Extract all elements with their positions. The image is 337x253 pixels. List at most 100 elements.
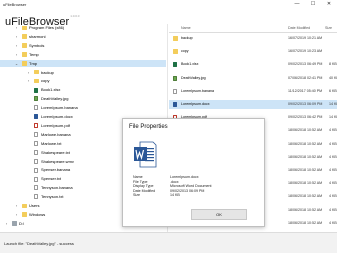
tree-item[interactable]: › copy <box>0 77 166 85</box>
folder-icon <box>34 70 39 75</box>
list-header: Name Date Modified Size <box>169 24 337 33</box>
chevron-right-icon[interactable]: › <box>4 220 9 228</box>
list-item-size: 4 KB <box>329 207 337 212</box>
file-icon <box>34 176 38 182</box>
file-icon <box>34 140 38 146</box>
tree-item-label: Spenser.banana <box>41 167 71 173</box>
list-item-name: DeathValley.jpg <box>181 75 206 80</box>
list-item-size: 8 KB <box>329 62 337 67</box>
close-button[interactable]: ✕ <box>321 0 337 9</box>
list-item[interactable]: Book1.xlsx 09/02/2013 06:49 PM 8 KB <box>169 60 337 69</box>
chevron-right-icon[interactable]: › <box>14 211 19 219</box>
tree-item-label: Tennyson.txt <box>41 194 64 200</box>
minimize-button[interactable]: — <box>289 0 305 9</box>
chevron-down-icon[interactable]: ⌄ <box>14 60 19 68</box>
list-item-date: 18/06/2018 10:52 AM <box>288 207 323 212</box>
list-item[interactable]: backup 16/07/2019 10:21 AM <box>169 34 337 43</box>
list-item-name: LoremIpsum.banana <box>181 88 214 93</box>
chevron-right-icon[interactable]: › <box>26 77 31 85</box>
list-item[interactable]: LoremIpsum.banana 11/12/2017 05:40 PM 6 KB <box>169 87 337 96</box>
list-item-name: copy <box>181 49 189 54</box>
folder-icon <box>22 52 27 57</box>
tree-item-label: Program Files (x86) <box>29 25 65 30</box>
excel-file-icon <box>34 87 38 93</box>
pdf-file-icon <box>34 123 38 129</box>
chevron-right-icon[interactable]: › <box>14 51 19 59</box>
chevron-right-icon[interactable]: › <box>26 69 31 77</box>
column-header-size[interactable]: Size <box>325 24 332 33</box>
excel-file-icon <box>173 62 177 68</box>
tree-item[interactable]: ⌄ Tmp <box>0 59 166 68</box>
tree-item[interactable]: › sharmoni <box>0 33 166 41</box>
list-item-size: 4 KB <box>329 154 337 159</box>
image-file-icon <box>34 96 38 102</box>
folder-icon <box>22 43 27 48</box>
file-icon <box>34 105 38 111</box>
tree-item[interactable]: LoremIpsum.banana <box>0 104 166 112</box>
tree-item-label: Tmp <box>29 60 37 66</box>
tree-item[interactable]: › Symbols <box>0 42 166 50</box>
tree-item[interactable]: › Program Files (x86) <box>0 24 166 32</box>
folder-icon <box>22 61 27 66</box>
list-item-date: 18/06/2018 10:52 AM <box>288 154 323 159</box>
tree-item[interactable]: › Temp <box>0 51 166 59</box>
ok-button[interactable]: OK <box>191 209 247 220</box>
maximize-button[interactable]: ☐ <box>305 0 321 9</box>
column-header-name[interactable]: Name <box>181 24 191 33</box>
dialog-title: File Properties <box>129 124 168 130</box>
tree-item-label: Users <box>29 203 40 208</box>
status-bar: Launch file: "DeathValley.jpg" - success <box>0 232 337 253</box>
list-item-size: 14 KB <box>329 102 337 106</box>
list-item-date: 18/06/2018 10:52 AM <box>288 220 323 225</box>
tree-item-label: LoremIpsum.banana <box>41 105 78 111</box>
window-controls: — ☐ ✕ <box>289 0 337 9</box>
folder-icon <box>22 212 27 217</box>
file-icon <box>34 158 38 164</box>
file-icon <box>34 185 38 191</box>
tree-item-label: Spenser.txt <box>41 176 62 182</box>
file-properties-dialog: File Properties Name LoremIpsum.docx File … <box>122 118 265 227</box>
list-item-date: 18/06/2018 10:52 AM <box>288 168 323 172</box>
list-item-date: 18/06/2018 10:52 AM <box>288 194 323 199</box>
folder-icon <box>22 34 27 39</box>
word-file-icon <box>173 102 177 107</box>
chevron-right-icon[interactable]: › <box>14 42 19 50</box>
column-header-date[interactable]: Date Modified <box>288 24 310 33</box>
list-item-size: 40 KB <box>329 75 337 80</box>
list-item-name: backup <box>181 36 193 40</box>
property-row: Size 14 KB <box>133 193 253 198</box>
list-item-date: 18/06/2018 10:52 AM <box>288 141 323 146</box>
file-icon <box>34 132 38 138</box>
chevron-right-icon[interactable]: › <box>14 24 19 32</box>
list-item-date: 18/06/2018 10:52 AM <box>288 181 323 186</box>
property-key: Size <box>133 193 140 197</box>
tree-item[interactable]: Book1.xlsx <box>0 86 166 94</box>
tree-item-label: backup <box>41 69 54 75</box>
list-item[interactable]: copy 16/07/2019 10:23 AM <box>169 47 337 56</box>
list-item[interactable]: LoremIpsum.docx 09/02/2013 06:09 PM 14 KB <box>169 100 337 110</box>
properties-list: Name LoremIpsum.docx File Type .docx Display… <box>133 175 253 198</box>
tree-item-label: D:\ <box>19 220 25 226</box>
tree-item-label: DeathValley.jpg <box>41 96 69 102</box>
folder-icon <box>22 25 27 30</box>
folder-icon <box>173 36 178 41</box>
file-icon <box>34 194 38 200</box>
list-item-size: 4 KB <box>329 168 337 172</box>
tree-item-label: Shakespeare.txt <box>41 149 70 155</box>
tree-item-label: Tennyson.banana <box>41 185 73 191</box>
list-item-date: 09/02/2013 06:42 PM <box>288 115 323 120</box>
tree-item-label: Book1.xlsx <box>41 87 61 93</box>
tree-item-label: Shakespeare.wmv <box>41 158 74 164</box>
tree-item-label: Windows <box>29 211 46 217</box>
chevron-right-icon[interactable]: › <box>14 202 19 210</box>
tree-item[interactable]: DeathValley.jpg <box>0 95 166 103</box>
status-text: Launch file: "DeathValley.jpg" - success <box>4 241 74 246</box>
list-item-size: 4 KB <box>329 141 337 146</box>
list-item-size: 4 KB <box>329 181 337 186</box>
word-document-icon <box>134 141 157 168</box>
list-item-size: 6 KB <box>329 88 337 93</box>
tree-item[interactable]: › backup <box>0 69 166 77</box>
tree-item-label: Symbols <box>29 42 45 48</box>
list-item[interactable]: DeathValley.jpg 07/06/2018 02:41 PM 40 KB <box>169 74 337 83</box>
chevron-right-icon[interactable]: › <box>14 33 19 41</box>
